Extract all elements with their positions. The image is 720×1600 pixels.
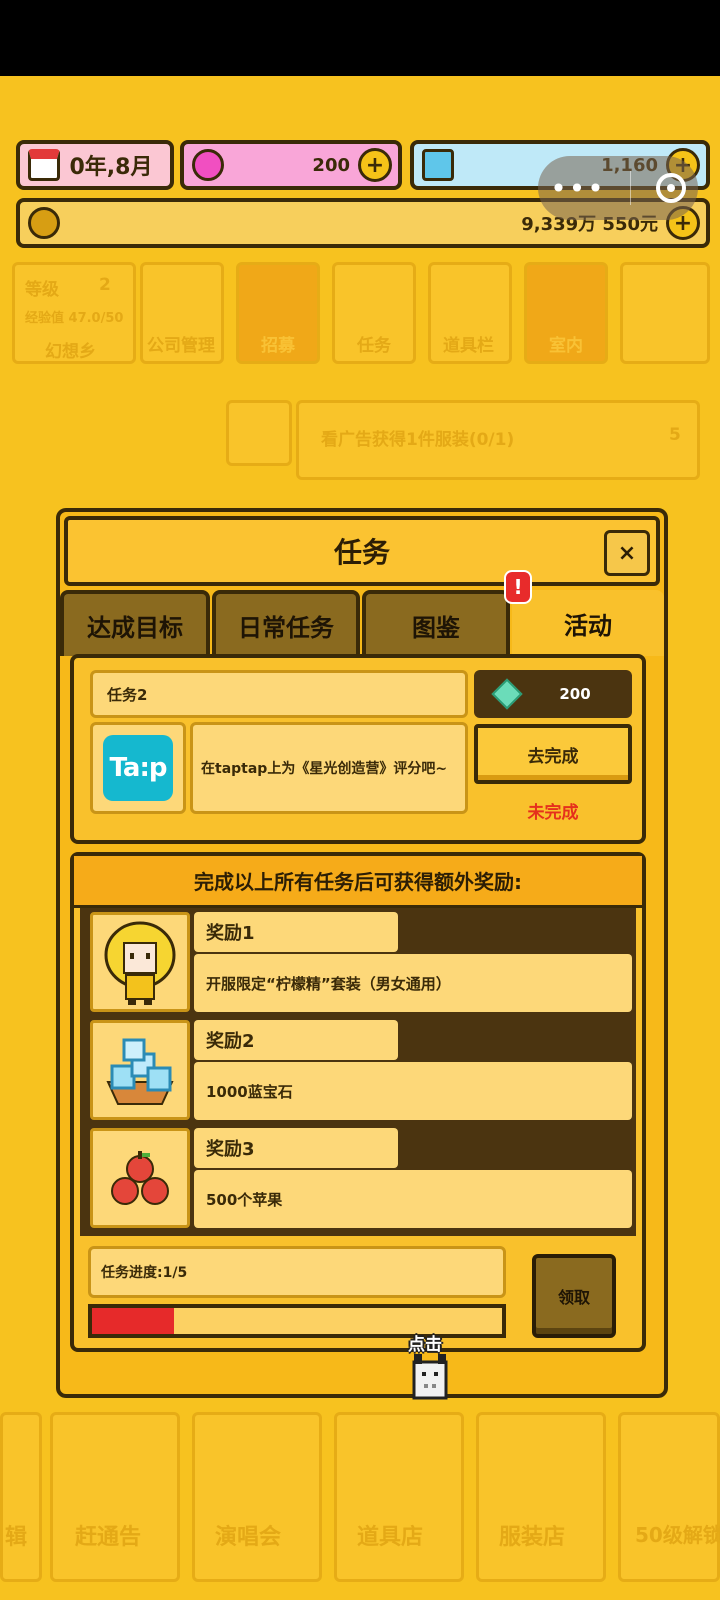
nav-label: 50级解锁: [635, 1523, 720, 1547]
level-value: 2: [99, 275, 111, 295]
notification-badge: !: [504, 570, 532, 604]
tab-label: 日常任务: [238, 613, 334, 642]
close-program-icon[interactable]: [655, 173, 686, 203]
date-display: 0年,8月: [16, 140, 174, 190]
ad-text: 看广告获得1件服装(0/1): [321, 430, 515, 450]
close-button[interactable]: ×: [604, 530, 650, 576]
modal-title-bar: 任务 ×: [64, 516, 660, 586]
tap-hint: 点击: [408, 1335, 442, 1355]
nav-label: 演唱会: [215, 1525, 282, 1550]
capsule-divider: [630, 171, 632, 205]
claim-button[interactable]: 领取: [532, 1254, 616, 1338]
menu-indoor[interactable]: 室内: [524, 262, 608, 364]
nav-item-locked[interactable]: 50级解锁: [618, 1412, 720, 1582]
level-panel: 等级 2 经验值 47.0/50 幻想乡: [12, 262, 136, 364]
mail-button[interactable]: [620, 262, 710, 364]
nav-item-item-shop[interactable]: 道具店: [334, 1412, 464, 1582]
reward-title: 奖励2: [194, 1020, 398, 1060]
modal-title: 任务: [333, 536, 390, 569]
go-complete-button[interactable]: 去完成: [474, 724, 632, 784]
apples-icon: [90, 1128, 190, 1228]
coin-icon: [28, 207, 60, 239]
bonus-reward-list: 奖励1 开服限定“柠檬精”套装（男女通用） 奖励2 1000蓝宝石 奖励3 50…: [80, 908, 636, 1236]
level-label: 等级: [25, 280, 59, 300]
task-progress: 任务进度:1/5: [88, 1246, 516, 1340]
tab-achievements[interactable]: 达成目标: [60, 590, 210, 656]
nav-item-gigs[interactable]: 赶通告: [50, 1412, 180, 1582]
menu-label: 公司管理: [147, 336, 215, 356]
reward-title: 奖励3: [194, 1128, 398, 1168]
pink-gem-icon: [192, 149, 224, 181]
city-name: 幻想乡: [45, 342, 96, 362]
menu-label: 招募: [261, 336, 295, 356]
blue-gem-icon: [422, 149, 454, 181]
reward-description: 1000蓝宝石: [194, 1062, 632, 1120]
mini-program-capsule: •••: [538, 156, 698, 220]
taptap-logo-cell: Ta:p: [90, 722, 186, 814]
menu-label: 室内: [549, 336, 583, 356]
lemon-costume-icon: [90, 912, 190, 1012]
exp-label: 经验值 47.0/50: [25, 311, 124, 326]
tab-collection[interactable]: 图鉴: [362, 590, 510, 656]
menu-task[interactable]: 任务: [332, 262, 416, 364]
nav-label: 服装店: [499, 1525, 566, 1550]
nav-label: 辑: [5, 1525, 28, 1550]
task-status: 未完成: [527, 803, 579, 823]
tab-label: 图鉴: [412, 613, 460, 642]
bottom-nav: 辑 赶通告 演唱会 道具店 服装店 50级解锁: [0, 1408, 720, 1600]
reward-row: 奖励3 500个苹果: [86, 1124, 632, 1228]
status-bar: [0, 0, 720, 76]
task-reward: 200: [474, 670, 632, 718]
reward-row: 奖励2 1000蓝宝石: [86, 1016, 632, 1120]
reward-title: 奖励1: [194, 912, 398, 952]
sapphire-pile-icon: [90, 1020, 190, 1120]
pink-gem-value: 200: [312, 154, 350, 176]
tab-events[interactable]: 活动: [512, 590, 664, 656]
task-modal: 任务 × 达成目标 日常任务 图鉴 活动 ! 任务2 200 Ta:p 在tap…: [56, 508, 668, 1398]
more-icon[interactable]: •••: [550, 172, 606, 205]
task-name: 任务2: [90, 670, 468, 718]
task-card: 任务2 200 Ta:p 在taptap上为《星光创造营》评分吧~ 去完成 未完…: [70, 654, 646, 844]
task-description: 在taptap上为《星光创造营》评分吧~: [190, 722, 468, 814]
bonus-heading: 完成以上所有任务后可获得额外奖励:: [74, 856, 642, 908]
menu-label: 道具栏: [443, 336, 494, 356]
progress-label: 任务进度:1/5: [88, 1246, 506, 1298]
task-reward-amount: 200: [559, 685, 591, 703]
green-gem-icon: [491, 678, 523, 710]
bonus-panel: 完成以上所有任务后可获得额外奖励: 奖励1 开服限定“柠檬精”套装（男女通用）: [70, 852, 646, 1352]
cat-pointer-icon: [412, 1354, 448, 1400]
taptap-logo-icon: Ta:p: [103, 735, 173, 801]
tab-daily[interactable]: 日常任务: [212, 590, 360, 656]
nav-item-clothing-shop[interactable]: 服装店: [476, 1412, 606, 1582]
nav-label: 道具店: [357, 1525, 424, 1550]
add-pink-gem-button[interactable]: +: [358, 148, 392, 182]
menu-company[interactable]: 公司管理: [140, 262, 224, 364]
reward-row: 奖励1 开服限定“柠檬精”套装（男女通用）: [86, 908, 632, 1012]
nav-label: 赶通告: [75, 1525, 142, 1550]
ad-banner[interactable]: 看广告获得1件服装(0/1) 5: [296, 400, 700, 480]
tab-label: 活动: [564, 611, 612, 640]
nav-item-album[interactable]: 辑: [0, 1412, 42, 1582]
pink-gem-bar: 200 +: [180, 140, 402, 190]
ad-count: 5: [669, 425, 681, 445]
reward-description: 开服限定“柠檬精”套装（男女通用）: [194, 954, 632, 1012]
date-value: 0年,8月: [69, 155, 153, 180]
tab-label: 达成目标: [87, 613, 183, 642]
nav-item-concert[interactable]: 演唱会: [192, 1412, 322, 1582]
progress-fill: [92, 1308, 174, 1334]
menu-recruit[interactable]: 招募: [236, 262, 320, 364]
progress-bar: [88, 1304, 506, 1338]
menu-label: 任务: [357, 336, 391, 356]
calendar-icon: [28, 149, 60, 181]
reward-description: 500个苹果: [194, 1170, 632, 1228]
menu-items[interactable]: 道具栏: [428, 262, 512, 364]
ad-icon-box: [226, 400, 292, 466]
